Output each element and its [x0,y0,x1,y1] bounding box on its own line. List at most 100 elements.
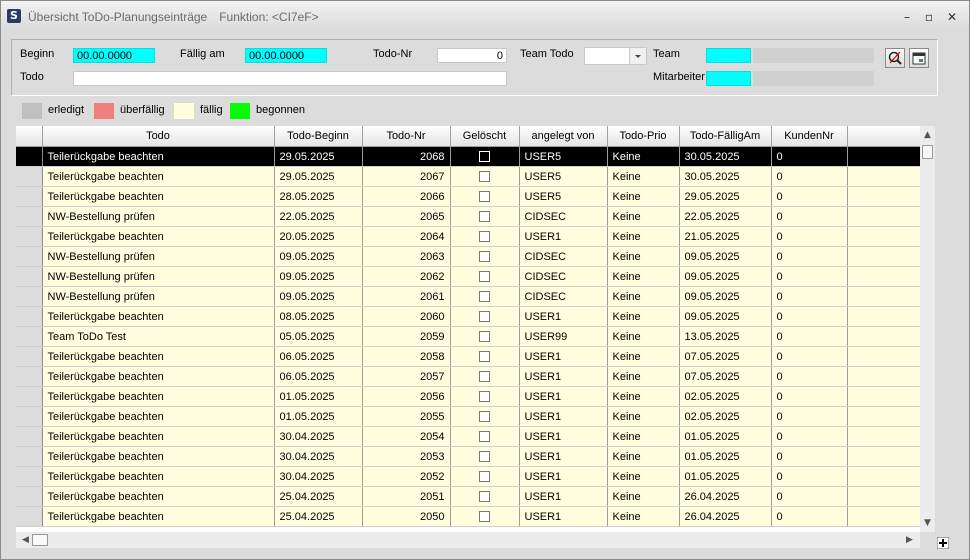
vertical-scrollbar[interactable]: ▲ ▼ [920,126,935,532]
table-row[interactable]: Teilerückgabe beachten 29.05.2025 2067 USER… [16,166,920,187]
arrow-down-icon[interactable]: ▼ [920,516,935,531]
table-row[interactable]: Teilerückgabe beachten 01.05.2025 2055 USER… [16,406,920,427]
expand-icon[interactable] [936,536,950,550]
row-indicator[interactable] [16,186,43,207]
geloescht-checkbox[interactable] [479,251,490,263]
table-row[interactable]: Teilerückgabe beachten 06.05.2025 2057 USER… [16,366,920,387]
table-row[interactable]: Teilerückgabe beachten 28.05.2025 2066 USER… [16,186,920,207]
geloescht-checkbox[interactable] [479,471,490,483]
todo-text-input[interactable] [73,71,507,86]
column-header-todo-beginn[interactable]: Todo-Beginn [274,126,363,147]
geloescht-checkbox[interactable] [479,431,490,443]
column-header-todo-faelligam[interactable]: Todo-FälligAm [679,126,772,147]
row-indicator[interactable] [16,286,43,307]
geloescht-checkbox[interactable] [479,311,490,323]
geloescht-checkbox[interactable] [479,211,490,223]
calendar-button[interactable] [909,48,929,68]
title-bar[interactable]: S Übersicht ToDo-Planungseinträge Funktio… [1,1,969,31]
column-header-todo-prio[interactable]: Todo-Prio [607,126,680,147]
geloescht-checkbox[interactable] [479,391,490,403]
column-header-todo[interactable]: Todo [42,126,275,147]
arrow-left-icon[interactable]: ◀ [18,533,33,548]
row-indicator[interactable] [16,446,43,467]
row-indicator[interactable] [16,346,43,367]
row-indicator[interactable] [16,466,43,487]
horizontal-scrollbar[interactable]: ◀ ▶ [16,532,920,548]
faellig-date-input[interactable]: 00.00.0000 [245,48,327,63]
row-indicator[interactable] [16,366,43,387]
vertical-scroll-thumb[interactable] [922,145,933,159]
cell-filler [847,366,920,387]
row-indicator[interactable] [16,226,43,247]
column-header-kundennr[interactable]: KundenNr [771,126,848,147]
geloescht-checkbox[interactable] [479,491,490,503]
geloescht-checkbox[interactable] [479,451,490,463]
maximize-button[interactable]: ▫ [921,10,937,24]
row-indicator[interactable] [16,206,43,227]
cell-angelegt-von: USER99 [519,326,608,347]
close-button[interactable]: ✕ [944,10,960,24]
mitarbeiter-code-input[interactable] [706,71,751,86]
row-indicator[interactable] [16,146,43,167]
table-row[interactable]: Teilerückgabe beachten 30.04.2025 2053 USER… [16,446,920,467]
table-row[interactable]: Teilerückgabe beachten 25.04.2025 2050 USER… [16,506,920,527]
row-indicator[interactable] [16,426,43,447]
minimize-button[interactable]: – [899,10,915,24]
table-row[interactable]: Teilerückgabe beachten 01.05.2025 2056 USER… [16,386,920,407]
table-row[interactable]: Teilerückgabe beachten 20.05.2025 2064 USER… [16,226,920,247]
row-indicator[interactable] [16,506,43,527]
row-indicator[interactable] [16,266,43,287]
teamtodo-select[interactable] [584,47,647,65]
cell-todo-beginn: 30.04.2025 [274,446,363,467]
row-indicator[interactable] [16,326,43,347]
beginn-date-input[interactable]: 00.00.0000 [73,48,155,63]
arrow-up-icon[interactable]: ▲ [920,128,935,143]
column-header-geloescht[interactable]: Gelöscht [450,126,520,147]
cell-geloescht [450,486,520,507]
table-row[interactable]: NW-Bestellung prüfen 09.05.2025 2063 CIDSEC… [16,246,920,267]
row-indicator[interactable] [16,406,43,427]
cell-kundennr: 0 [771,346,848,367]
table-row[interactable]: NW-Bestellung prüfen 09.05.2025 2062 CIDSEC… [16,266,920,287]
geloescht-checkbox[interactable] [479,231,490,243]
table-row[interactable]: Teilerückgabe beachten 08.05.2025 2060 USER… [16,306,920,327]
row-indicator[interactable] [16,166,43,187]
table-row[interactable]: Teilerückgabe beachten 30.04.2025 2052 USER… [16,466,920,487]
table-row[interactable]: Teilerückgabe beachten 30.04.2025 2054 USER… [16,426,920,447]
team-code-input[interactable] [706,48,751,63]
column-header-todo-nr[interactable]: Todo-Nr [362,126,451,147]
search-clear-button[interactable] [885,48,905,68]
cell-todo-nr: 2060 [362,306,451,327]
row-indicator[interactable] [16,246,43,267]
table-row[interactable]: NW-Bestellung prüfen 22.05.2025 2065 CIDSEC… [16,206,920,227]
row-indicator[interactable] [16,386,43,407]
row-indicator[interactable] [16,306,43,327]
cell-todo-beginn: 06.05.2025 [274,366,363,387]
table-row[interactable]: Teilerückgabe beachten 06.05.2025 2058 USER… [16,346,920,367]
cell-geloescht [450,286,520,307]
geloescht-checkbox[interactable] [479,191,490,203]
geloescht-checkbox[interactable] [479,171,490,183]
table-row[interactable]: Teilerückgabe beachten 25.04.2025 2051 USER… [16,486,920,507]
chevron-down-icon[interactable] [629,48,646,64]
geloescht-checkbox[interactable] [479,351,490,363]
table-row[interactable]: NW-Bestellung prüfen 09.05.2025 2061 CIDSEC… [16,286,920,307]
geloescht-checkbox[interactable] [479,331,490,343]
legend-label-begonnen: begonnen [256,104,305,116]
row-indicator[interactable] [16,486,43,507]
horizontal-scroll-thumb[interactable] [32,534,48,546]
column-header-angelegt-von[interactable]: angelegt von [519,126,608,147]
table-row[interactable]: Team ToDo Test 05.05.2025 2059 USER99 Keine 1… [16,326,920,347]
geloescht-checkbox[interactable] [479,151,490,163]
geloescht-checkbox[interactable] [479,291,490,303]
todo-table[interactable]: Todo Todo-Beginn Todo-Nr Gelöscht angele… [16,126,920,532]
geloescht-checkbox[interactable] [479,271,490,283]
table-row[interactable]: Teilerückgabe beachten 29.05.2025 2068 USER… [16,146,920,167]
arrow-right-icon[interactable]: ▶ [902,533,917,548]
geloescht-checkbox[interactable] [479,371,490,383]
todonr-input[interactable]: 0 [437,48,507,63]
geloescht-checkbox[interactable] [479,511,490,523]
cell-kundennr: 0 [771,486,848,507]
geloescht-checkbox[interactable] [479,411,490,423]
mitarbeiter-name-field [753,71,874,86]
